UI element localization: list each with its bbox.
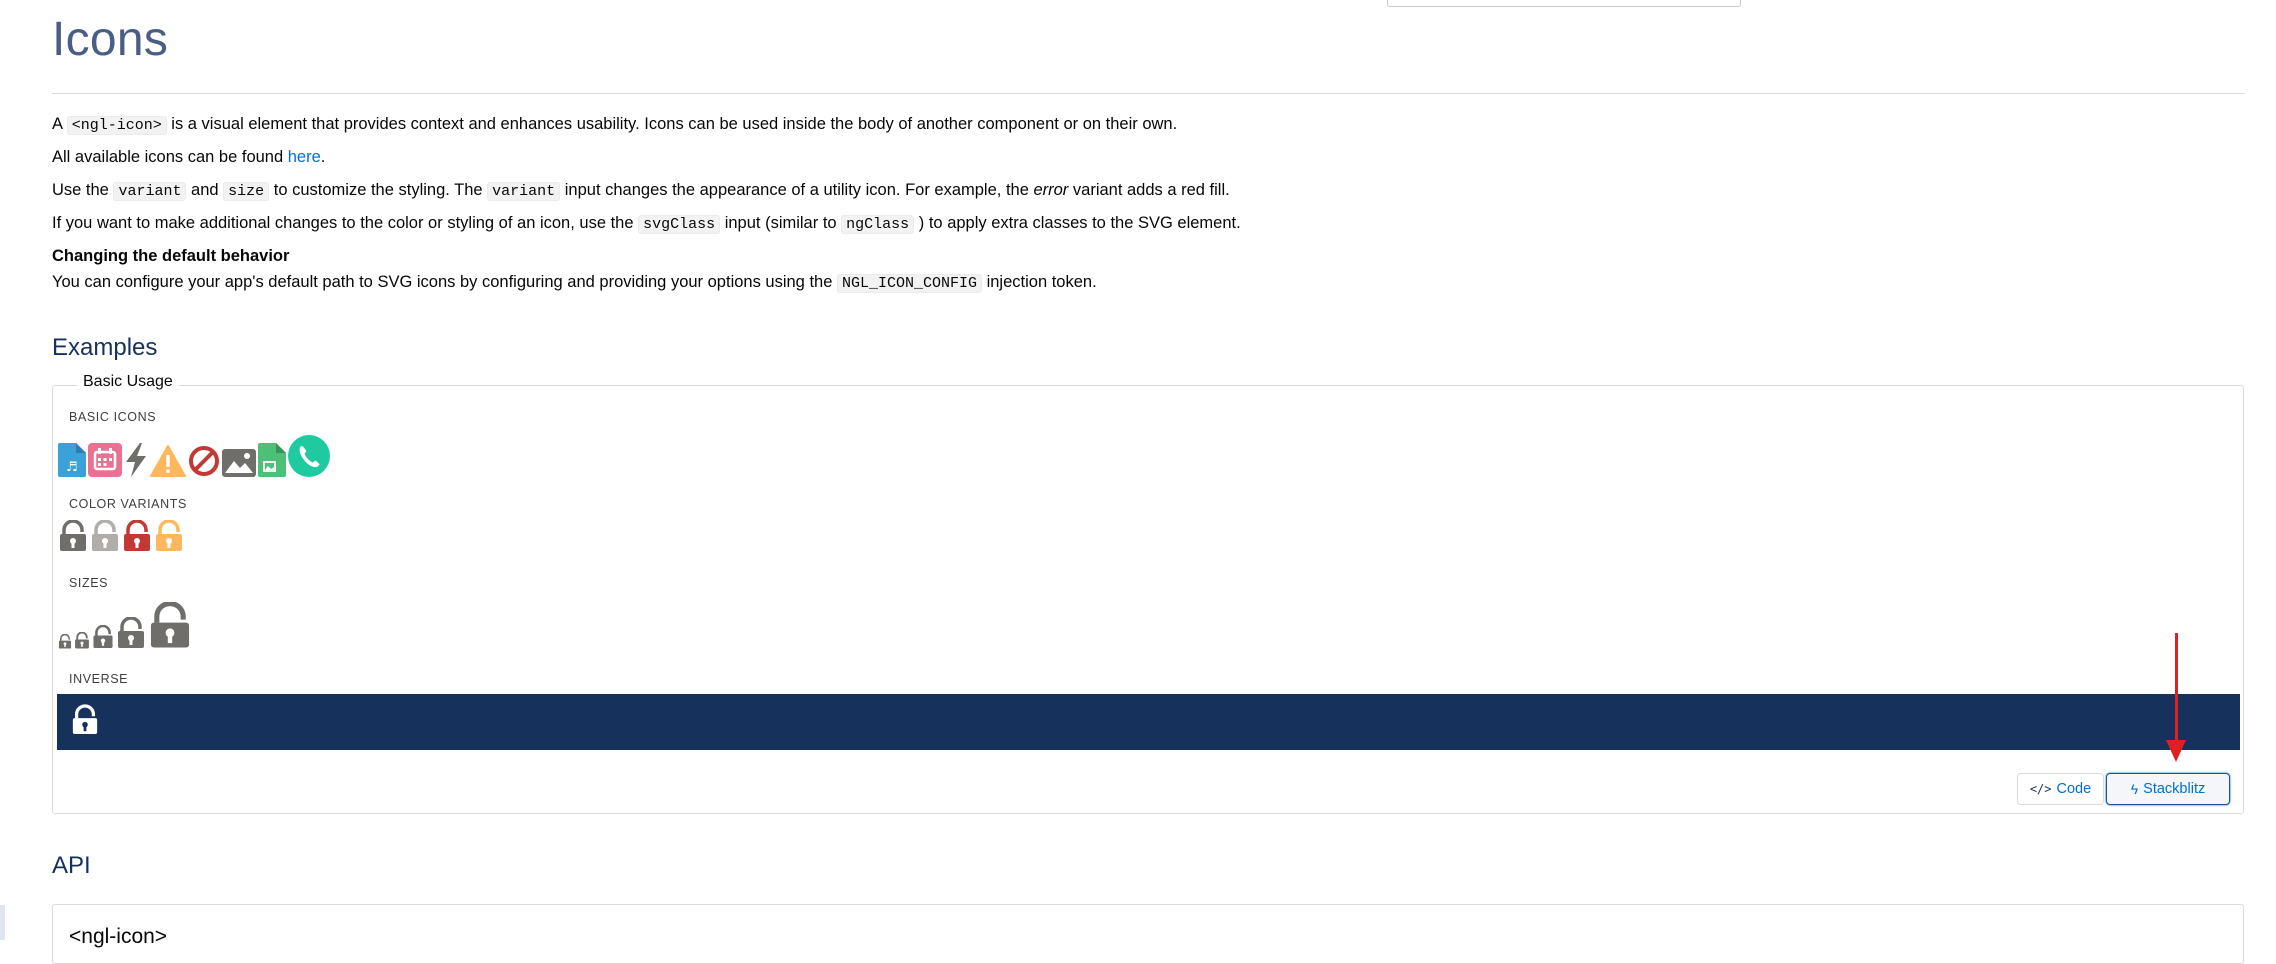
basic-usage-fieldset: BASIC ICONS ♬ COLOR VARIANTS SIZES INVER… <box>52 385 2244 814</box>
text: is a visual element that provides contex… <box>166 115 1178 133</box>
inline-code: <ngl-icon> <box>66 116 167 135</box>
left-edge-highlight <box>0 905 5 940</box>
intro-paragraph-4: If you want to make additional changes t… <box>52 213 1241 235</box>
sizes-label: SIZES <box>69 576 109 590</box>
inline-code: ngClass <box>841 215 915 234</box>
code-button-label: Code <box>2056 781 2092 797</box>
intro-paragraph-1: A <ngl-icon> is a visual element that pr… <box>52 114 1177 136</box>
stackblitz-button-label: Stackblitz <box>2143 781 2206 797</box>
inline-code: variant <box>487 182 561 201</box>
inline-code: size <box>223 182 270 201</box>
text: and <box>186 181 224 199</box>
lock-icon-large <box>150 602 190 648</box>
audio-file-icon: ♬ <box>58 443 86 477</box>
page-title: Icons <box>52 13 169 66</box>
lock-icon-inverse <box>72 704 98 734</box>
api-component-card: <ngl-icon> <box>52 904 2244 964</box>
dropdown-box-edge <box>1387 0 1741 7</box>
title-divider <box>52 93 2245 94</box>
sizes-row <box>58 602 192 649</box>
inline-code: NGL_ICON_CONFIG <box>836 274 982 293</box>
event-calendar-icon <box>88 443 122 477</box>
svg-text:♬: ♬ <box>66 460 78 475</box>
lock-icon-medium <box>118 617 144 648</box>
text: to customize the styling. The <box>269 181 488 199</box>
inverse-container <box>57 694 2240 750</box>
inline-code: variant <box>113 182 187 201</box>
code-icon: </> <box>2029 782 2052 796</box>
intro-paragraph-2: All available icons can be found here. <box>52 147 325 167</box>
lightning-icon: ϟ <box>2130 781 2139 797</box>
color-variants-row <box>58 520 184 552</box>
text: ) to apply extra classes to the SVG elem… <box>914 214 1241 232</box>
text: All available icons can be found <box>52 148 288 166</box>
emphasis: error <box>1033 181 1069 199</box>
intro-paragraph-3: Use the variant and size to customize th… <box>52 180 1230 202</box>
inline-code: svgClass <box>638 215 721 234</box>
text: If you want to make additional changes t… <box>52 214 639 232</box>
text: input (similar to <box>720 214 842 232</box>
basic-usage-legend: Basic Usage <box>77 373 179 391</box>
code-button[interactable]: </> Code <box>2017 773 2104 805</box>
default-behavior-heading: Changing the default behavior <box>52 247 290 265</box>
here-link[interactable]: here <box>288 148 321 166</box>
lock-icon-warning <box>156 520 182 551</box>
warning-icon <box>150 445 186 477</box>
image-file-icon <box>258 443 286 477</box>
basic-icons-row: ♬ <box>58 435 330 477</box>
annotation-arrow-line <box>2175 633 2178 743</box>
lock-icon-xx-small <box>58 634 72 649</box>
api-component-name: <ngl-icon> <box>69 925 168 948</box>
examples-heading: Examples <box>52 334 158 361</box>
text: You can configure your app's default pat… <box>52 273 837 291</box>
api-heading: API <box>52 852 91 879</box>
lightning-icon <box>126 443 146 477</box>
stackblitz-button[interactable]: ϟ Stackblitz <box>2106 773 2230 805</box>
color-variants-label: COLOR VARIANTS <box>69 497 187 511</box>
text: A <box>52 115 67 133</box>
text: input changes the appearance of a utilit… <box>560 181 1034 199</box>
text: injection token. <box>982 273 1097 291</box>
text: . <box>320 148 326 166</box>
intro-paragraph-6: You can configure your app's default pat… <box>52 272 1097 294</box>
text: variant adds a red fill. <box>1068 181 1230 199</box>
basic-icons-label: BASIC ICONS <box>69 410 157 424</box>
call-icon <box>288 435 330 477</box>
text: Use the <box>52 181 114 199</box>
lock-icon-light <box>92 520 118 551</box>
lock-icon-default <box>60 520 86 551</box>
lock-icon-error <box>124 520 150 551</box>
lock-icon-x-small <box>75 632 89 649</box>
image-icon <box>222 449 256 477</box>
inverse-label: INVERSE <box>69 672 129 686</box>
ban-icon <box>189 446 219 476</box>
annotation-arrow-head <box>2166 740 2186 762</box>
lock-icon-small <box>93 625 113 648</box>
